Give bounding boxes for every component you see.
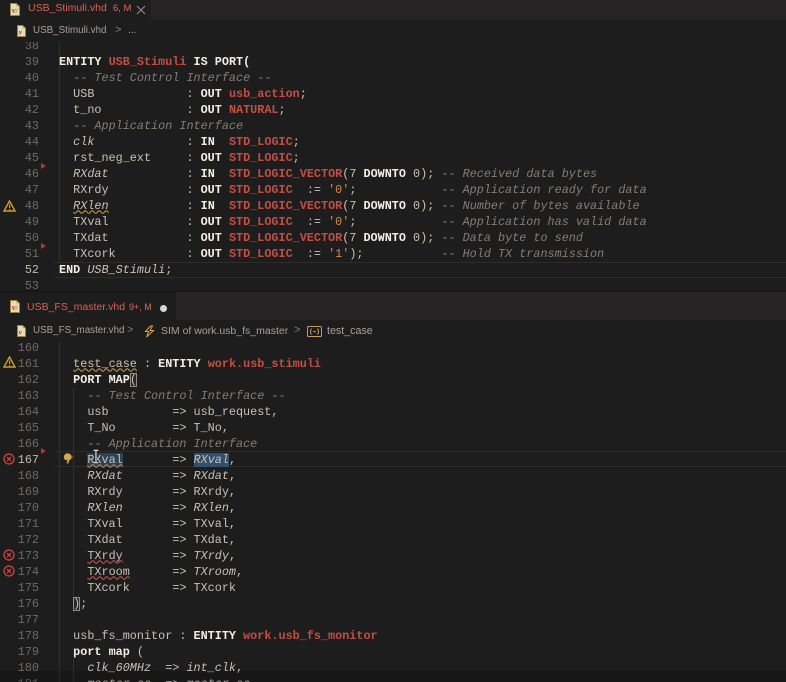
svg-text:v: v (11, 302, 15, 312)
svg-text:v: v (11, 5, 15, 15)
